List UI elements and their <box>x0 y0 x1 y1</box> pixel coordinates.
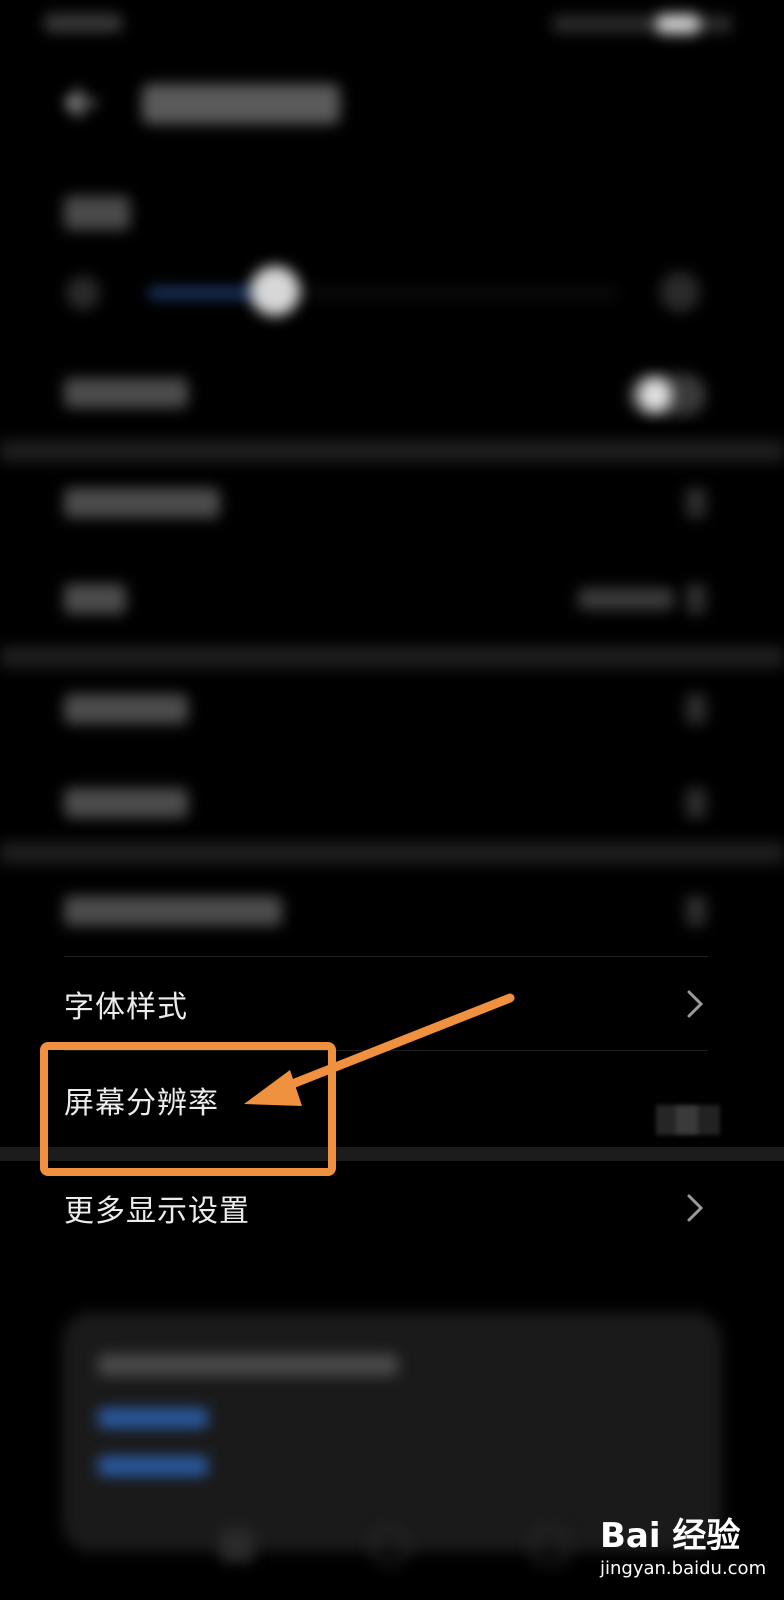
watermark-logo: Bai 经验 <box>600 1516 741 1556</box>
annotation-arrow-icon <box>244 993 515 1106</box>
watermark-url: jingyan.baidu.com <box>600 1558 767 1579</box>
baidu-watermark: Bai 经验 jingyan.baidu.com <box>600 1508 770 1588</box>
